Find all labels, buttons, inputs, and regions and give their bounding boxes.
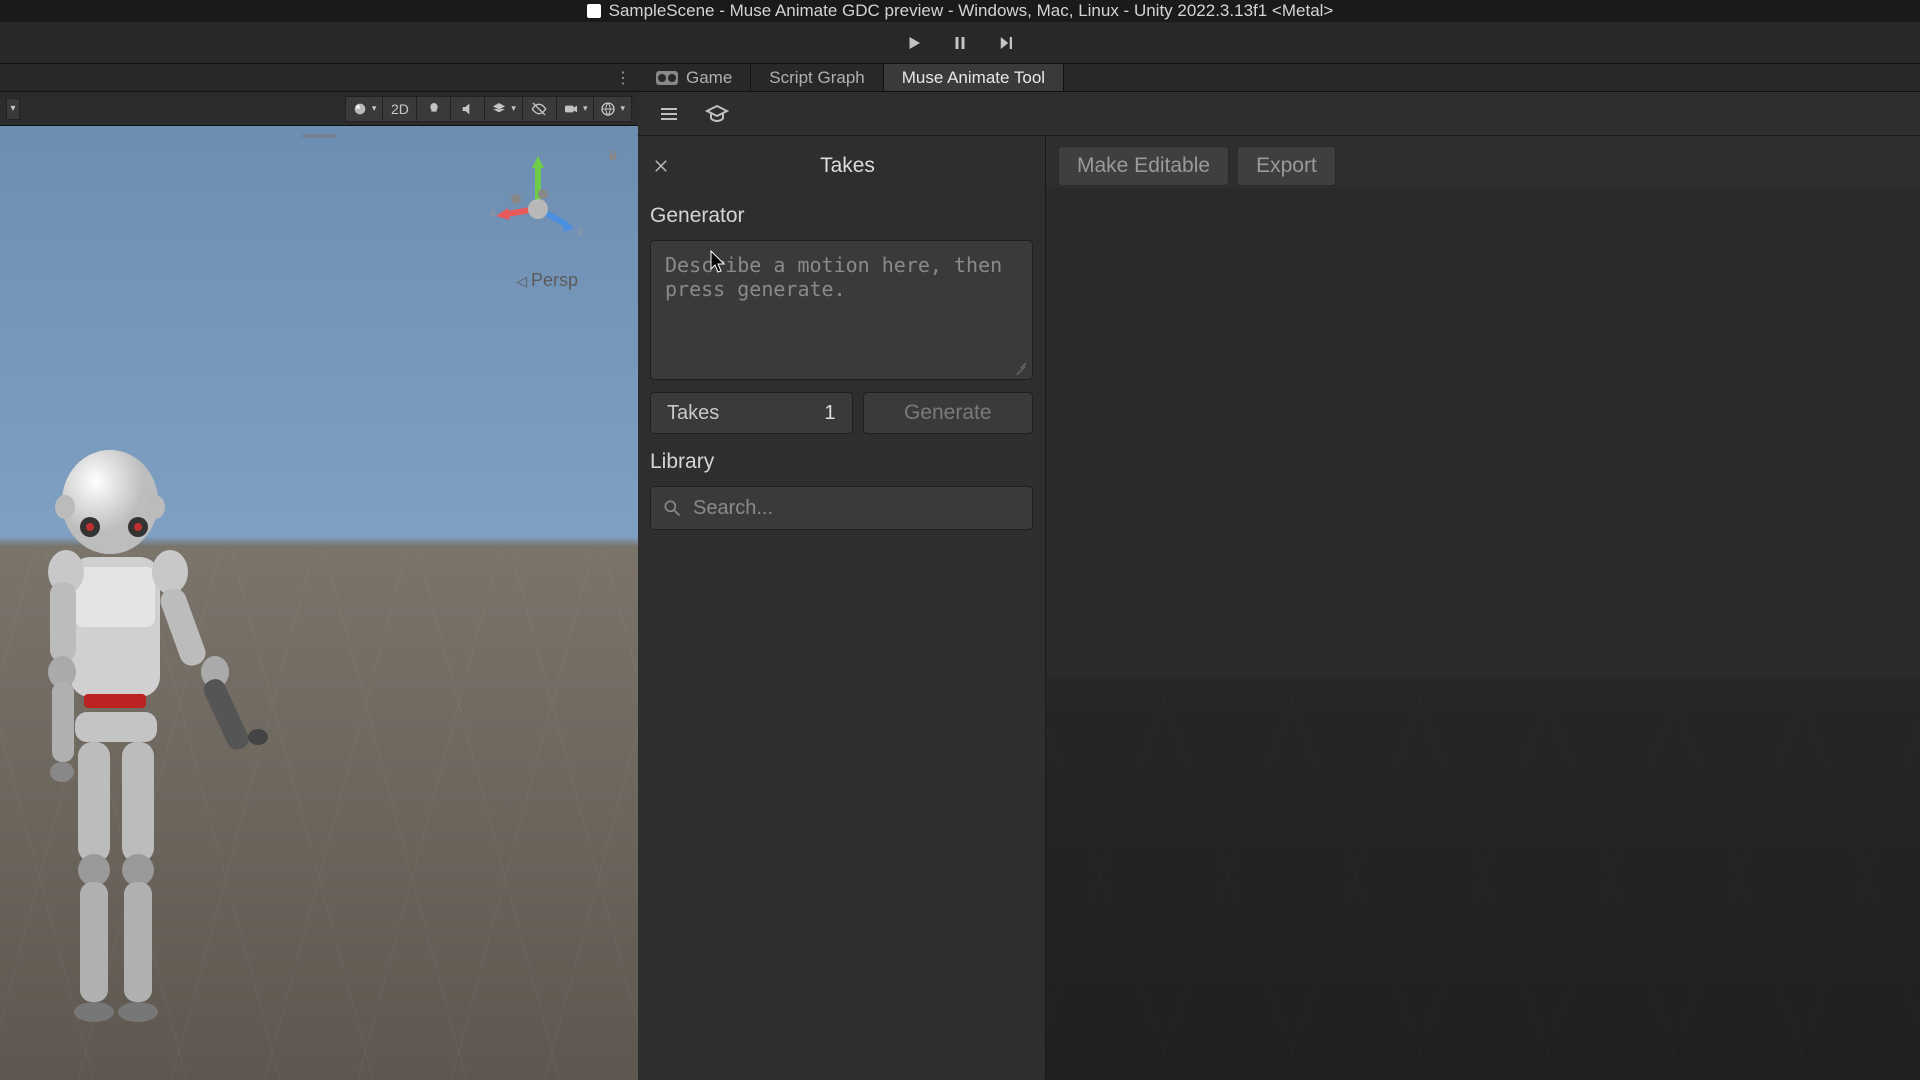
shading-mode-dropdown[interactable]: ▾ <box>345 96 384 122</box>
projection-label[interactable]: Persp <box>516 270 578 291</box>
takes-count-value: 1 <box>824 402 835 425</box>
window-title-text: SampleScene - Muse Animate GDC preview -… <box>609 1 1334 21</box>
tab-label: Game <box>686 68 732 88</box>
lighting-toggle[interactable] <box>417 96 451 122</box>
takes-count-field[interactable]: Takes 1 <box>650 392 853 434</box>
tab-label: Script Graph <box>769 68 864 88</box>
sphere-icon <box>352 101 368 117</box>
preview-ground <box>1046 679 1920 1080</box>
play-button[interactable] <box>900 29 928 57</box>
svg-text:z: z <box>578 225 584 237</box>
gizmos-dropdown[interactable]: ▾ <box>594 96 632 122</box>
menu-button[interactable] <box>656 101 682 127</box>
vr-goggles-icon <box>656 71 678 85</box>
eye-off-icon <box>531 101 547 117</box>
close-icon <box>652 157 670 175</box>
audio-icon <box>460 101 476 117</box>
generate-button[interactable]: Generate <box>863 392 1034 434</box>
pause-button[interactable] <box>946 29 974 57</box>
svg-text:x: x <box>490 207 496 219</box>
library-label: Library <box>650 450 1033 474</box>
preview-viewport[interactable] <box>1046 188 1920 1080</box>
2d-toggle[interactable]: 2D <box>383 96 417 122</box>
orientation-gizmo[interactable]: y x z <box>488 154 588 254</box>
prompt-input[interactable] <box>650 240 1033 380</box>
tab-strip: ⋮ Game Script Graph Muse Animate Tool <box>0 64 1920 92</box>
tab-script-graph[interactable]: Script Graph <box>751 64 883 91</box>
tool-dropdown[interactable]: ▾ <box>6 98 20 120</box>
graduation-cap-icon <box>705 102 729 126</box>
muse-toolbar <box>638 92 1920 136</box>
muse-animate-pane: Takes Generator Takes 1 Generate <box>638 92 1920 1080</box>
tab-label: Muse Animate Tool <box>902 68 1045 88</box>
overlay-drag-handle[interactable] <box>302 134 336 138</box>
scene-toolbar: ▾ ▾ 2D ▾ <box>0 92 638 126</box>
generator-label: Generator <box>650 204 1033 228</box>
play-icon <box>905 34 923 52</box>
camera-icon <box>563 101 579 117</box>
takes-panel: Takes Generator Takes 1 Generate <box>638 136 1046 1080</box>
layers-icon <box>491 101 507 117</box>
camera-dropdown[interactable]: ▾ <box>557 96 595 122</box>
unity-logo-icon <box>587 4 601 18</box>
step-button[interactable] <box>992 29 1020 57</box>
playback-controls <box>0 22 1920 64</box>
tab-game[interactable]: Game <box>638 64 751 91</box>
lock-icon[interactable] <box>606 148 620 162</box>
preview-column: Make Editable Export <box>1046 136 1920 1080</box>
scene-viewport[interactable]: ▾ ▾ 2D ▾ <box>0 92 638 1080</box>
hidden-objects-toggle[interactable] <box>523 96 557 122</box>
library-search-input[interactable] <box>650 486 1033 530</box>
window-titlebar: SampleScene - Muse Animate GDC preview -… <box>0 0 1920 22</box>
tab-muse-animate[interactable]: Muse Animate Tool <box>884 64 1064 91</box>
step-forward-icon <box>997 34 1015 52</box>
takes-count-label: Takes <box>667 402 719 425</box>
hamburger-icon <box>657 102 681 126</box>
search-icon <box>662 498 682 518</box>
fx-dropdown[interactable]: ▾ <box>485 96 523 122</box>
close-panel-button[interactable] <box>650 155 672 177</box>
svg-text:y: y <box>535 154 541 156</box>
audio-toggle[interactable] <box>451 96 485 122</box>
learn-button[interactable] <box>704 101 730 127</box>
takes-title: Takes <box>690 154 1005 178</box>
globe-icon <box>600 101 616 117</box>
lightbulb-icon <box>426 101 442 117</box>
export-button[interactable]: Export <box>1237 146 1336 186</box>
character-robot <box>20 372 300 1072</box>
scene-options-kebab-icon[interactable]: ⋮ <box>615 68 630 88</box>
pause-icon <box>951 34 969 52</box>
make-editable-button[interactable]: Make Editable <box>1058 146 1229 186</box>
